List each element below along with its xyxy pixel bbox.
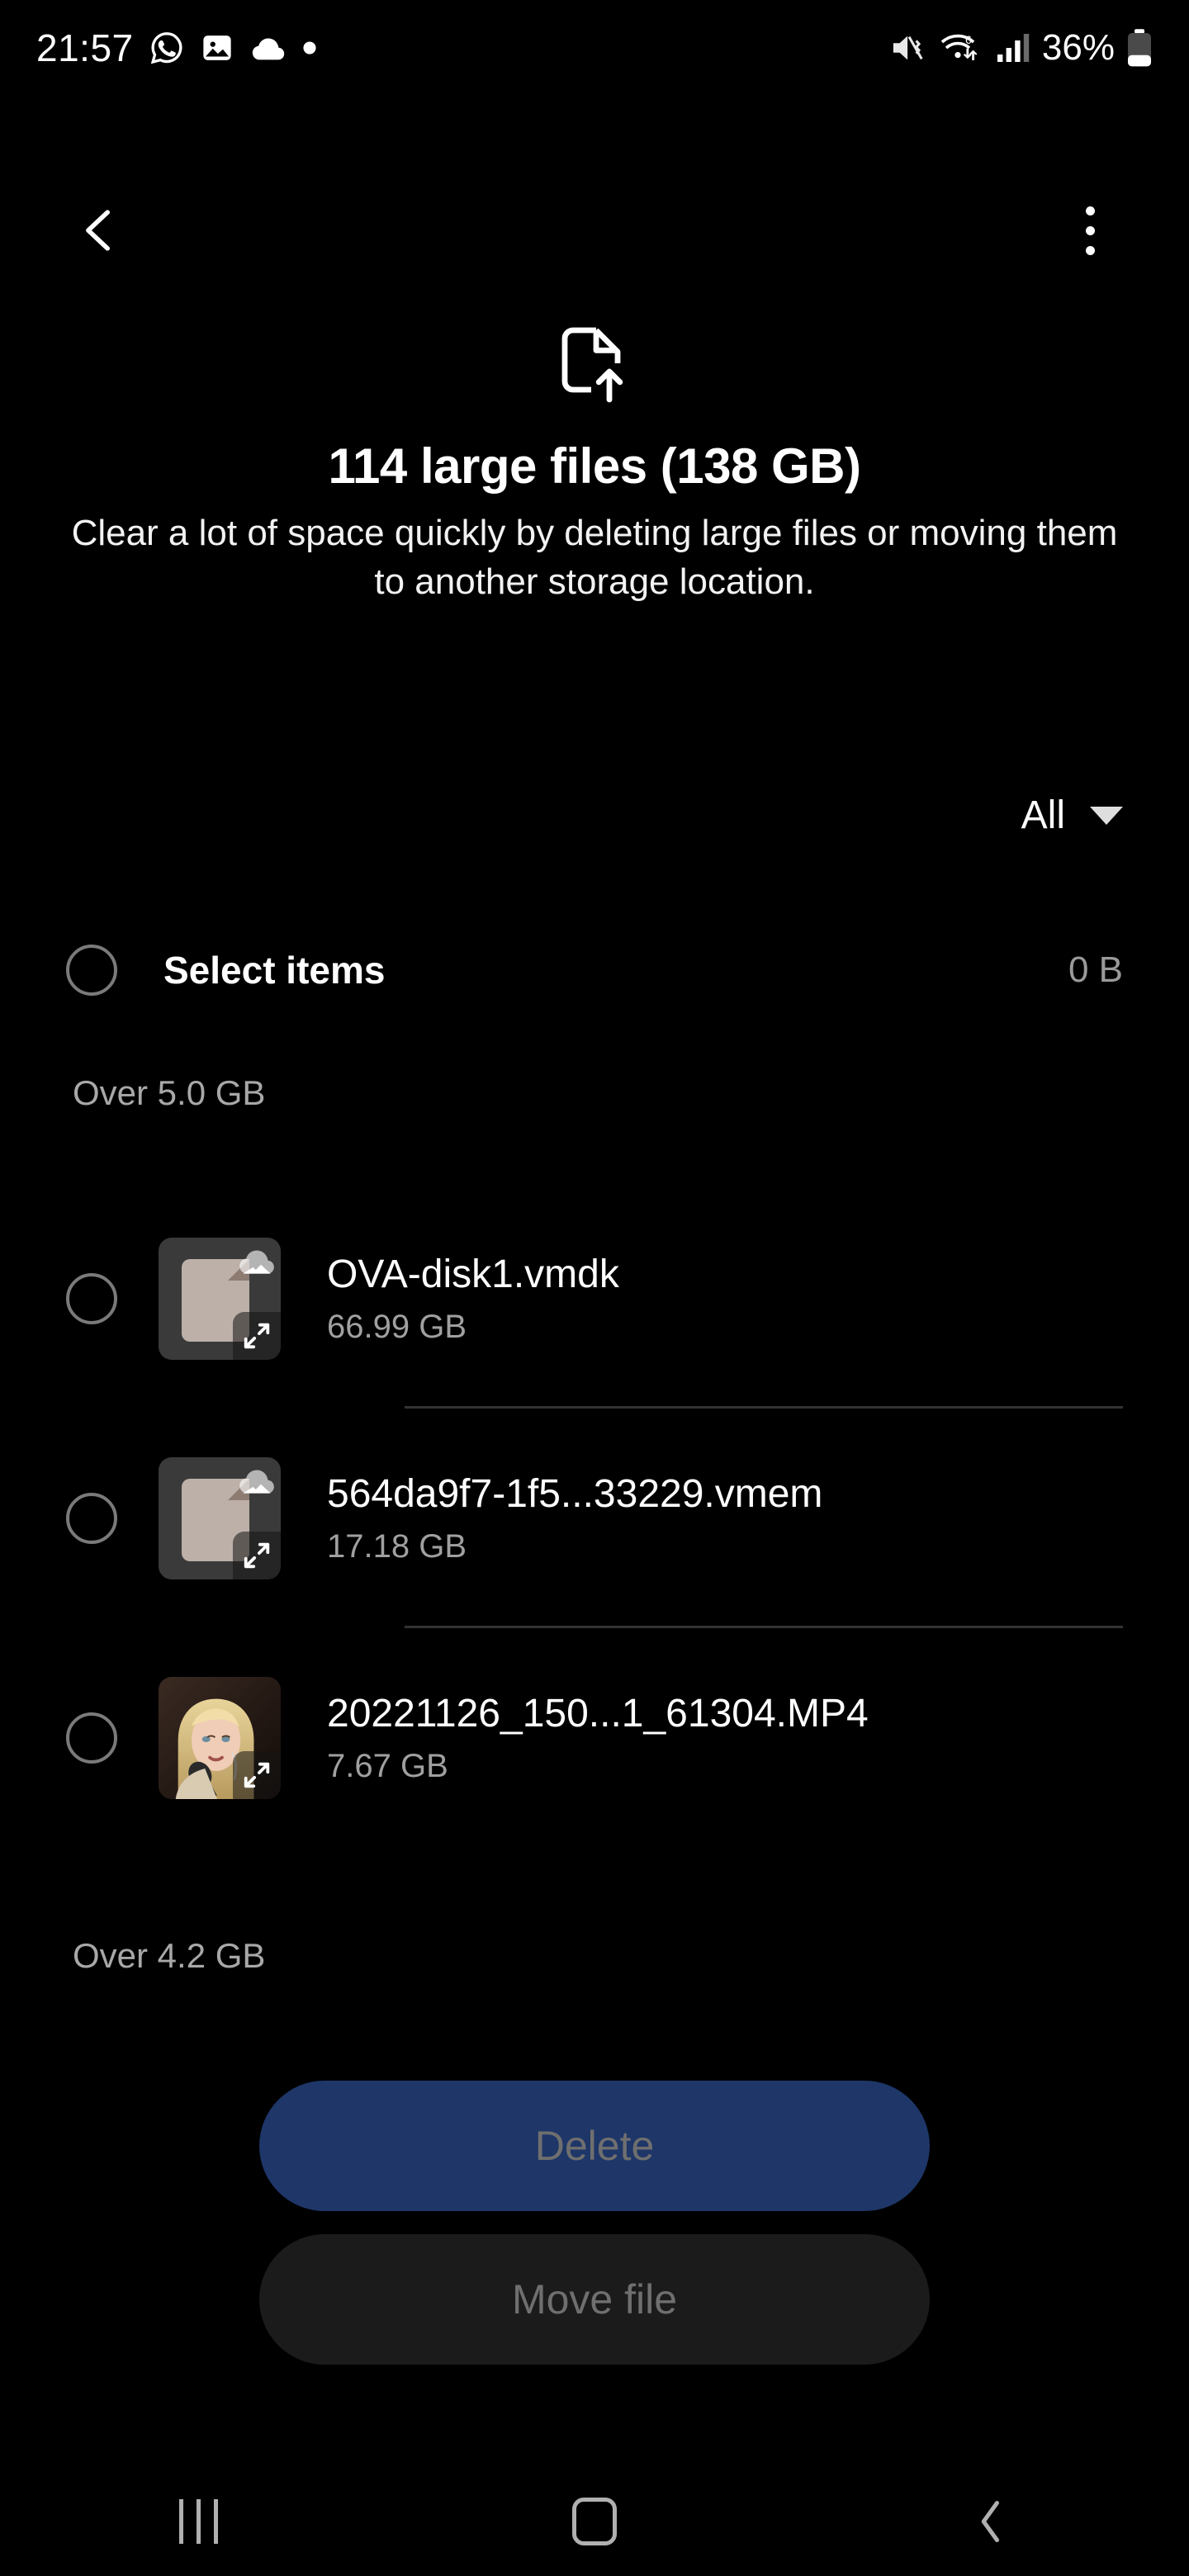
system-navigation-bar <box>0 2467 1189 2576</box>
svg-text:6: 6 <box>965 33 972 46</box>
file-name: 564da9f7-1f5...33229.vmem <box>327 1472 823 1516</box>
home-button[interactable] <box>528 2480 661 2563</box>
expand-icon[interactable] <box>233 1312 281 1360</box>
cloud-icon <box>236 1462 277 1503</box>
table-row[interactable]: 20221126_150...1_61304.MP4 7.67 GB <box>0 1628 1189 1848</box>
recents-button[interactable] <box>132 2480 264 2563</box>
system-back-button[interactable] <box>925 2480 1057 2563</box>
phone-screen: 21:57 6 36% 114 large files (138 GB) Cle… <box>0 0 1189 2576</box>
mute-vibrate-icon <box>890 31 928 65</box>
status-bar: 21:57 6 36% <box>0 0 1189 96</box>
selected-size-label: 0 B <box>1068 949 1123 990</box>
file-meta: 564da9f7-1f5...33229.vmem 17.18 GB <box>327 1471 1123 1565</box>
file-checkbox[interactable] <box>66 1273 117 1324</box>
file-checkbox[interactable] <box>66 1712 117 1764</box>
file-size: 66.99 GB <box>327 1309 467 1345</box>
expand-icon[interactable] <box>233 1751 281 1799</box>
expand-icon[interactable] <box>233 1532 281 1579</box>
file-checkbox[interactable] <box>66 1493 117 1544</box>
page-title: 114 large files (138 GB) <box>328 438 861 494</box>
status-bar-right: 6 36% <box>890 27 1153 69</box>
select-items-label: Select items <box>163 949 386 992</box>
file-meta: 20221126_150...1_61304.MP4 7.67 GB <box>327 1691 1123 1785</box>
wifi6-icon: 6 <box>940 30 983 66</box>
table-row[interactable]: 564da9f7-1f5...33229.vmem 17.18 GB <box>0 1409 1189 1628</box>
file-size: 7.67 GB <box>327 1748 448 1784</box>
page-header: 114 large files (138 GB) Clear a lot of … <box>0 322 1189 606</box>
battery-icon <box>1126 28 1153 68</box>
recents-icon <box>178 2499 218 2544</box>
section-header-1: Over 5.0 GB <box>73 1073 266 1112</box>
battery-percent-label: 36% <box>1041 27 1115 68</box>
file-thumbnail <box>159 1677 281 1799</box>
back-button[interactable] <box>58 189 140 272</box>
chevron-down-icon <box>1090 806 1123 825</box>
back-icon <box>969 2497 1012 2546</box>
select-items-row[interactable]: Select items 0 B <box>0 925 1189 1016</box>
file-thumbnail <box>159 1457 281 1579</box>
page-subtitle: Clear a lot of space quickly by deleting… <box>71 513 1118 602</box>
more-options-button[interactable] <box>1049 189 1131 272</box>
home-icon <box>572 2498 617 2545</box>
signal-bars-icon <box>994 30 1030 66</box>
table-row[interactable]: OVA-disk1.vmdk 66.99 GB <box>0 1189 1189 1409</box>
image-icon <box>200 31 234 65</box>
file-size: 17.18 GB <box>327 1528 467 1565</box>
file-name: OVA-disk1.vmdk <box>327 1252 619 1296</box>
filter-row: All <box>0 793 1189 838</box>
more-options-icon <box>1085 206 1095 255</box>
select-all-checkbox[interactable] <box>66 945 117 996</box>
file-list: OVA-disk1.vmdk 66.99 GB 564da9f7-1f5...3… <box>0 1189 1189 1848</box>
action-buttons: Delete Move file <box>0 2081 1189 2365</box>
move-file-button[interactable]: Move file <box>259 2234 930 2365</box>
file-meta: OVA-disk1.vmdk 66.99 GB <box>327 1252 1123 1346</box>
file-name: 20221126_150...1_61304.MP4 <box>327 1692 869 1735</box>
status-bar-left: 21:57 <box>36 26 317 70</box>
cloud-icon <box>249 31 287 65</box>
file-thumbnail <box>159 1238 281 1360</box>
whatsapp-icon <box>149 30 185 66</box>
app-bar <box>0 177 1189 284</box>
section-header-2: Over 4.2 GB <box>73 1936 266 1975</box>
file-upload-icon <box>0 322 1189 408</box>
back-chevron-icon <box>70 201 128 259</box>
cloud-icon <box>236 1243 277 1283</box>
delete-button[interactable]: Delete <box>259 2081 930 2211</box>
filter-dropdown[interactable]: All <box>1021 793 1123 838</box>
status-bar-clock: 21:57 <box>36 26 134 69</box>
dot-icon <box>302 40 317 55</box>
filter-label: All <box>1021 793 1065 837</box>
